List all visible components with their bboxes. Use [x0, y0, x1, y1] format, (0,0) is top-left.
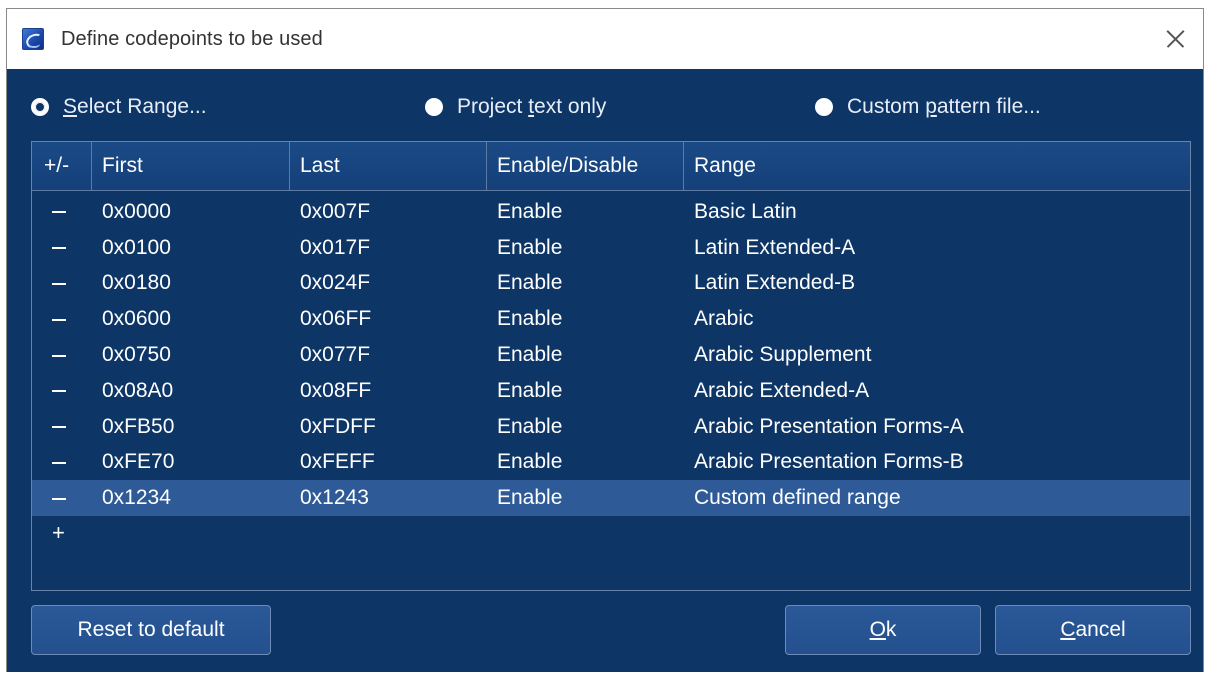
table-row[interactable]: 0x0100 0x017F Enable Latin Extended-A: [32, 230, 1190, 266]
dialog-window: Define codepoints to be used Select Rang…: [6, 8, 1204, 672]
codepoint-range-table: +/- First Last Enable/Disable Range 0x00…: [31, 141, 1191, 591]
cell-first[interactable]: 0xFB50: [92, 415, 290, 439]
remove-row-button[interactable]: [32, 379, 92, 403]
cell-last[interactable]: 0xFDFF: [290, 415, 487, 439]
cell-range-name[interactable]: Basic Latin: [684, 200, 1190, 224]
cell-first[interactable]: 0x0000: [92, 200, 290, 224]
cell-last[interactable]: 0x077F: [290, 343, 487, 367]
cell-enable-state[interactable]: Enable: [487, 271, 684, 295]
cell-last[interactable]: 0x1243: [290, 486, 487, 510]
remove-row-button[interactable]: [32, 271, 92, 295]
source-options: Select Range... Project text only Custom…: [7, 95, 1203, 125]
minus-icon: [52, 282, 66, 285]
cell-range-name[interactable]: Arabic Supplement: [684, 343, 1190, 367]
cell-last[interactable]: 0x024F: [290, 271, 487, 295]
radio-project-text-only[interactable]: Project text only: [425, 95, 606, 119]
cell-range-name[interactable]: Arabic: [684, 307, 1190, 331]
column-header-first[interactable]: First: [92, 142, 290, 190]
cancel-button[interactable]: Cancel: [995, 605, 1191, 655]
radio-custom-pattern-label: Custom pattern file...: [847, 95, 1041, 118]
cell-first[interactable]: 0x0100: [92, 236, 290, 260]
remove-row-button[interactable]: [32, 343, 92, 367]
minus-icon: [52, 497, 66, 500]
ok-button-mnemonic: O: [869, 618, 886, 641]
column-header-range[interactable]: Range: [684, 142, 1190, 190]
minus-icon: [52, 354, 66, 357]
cell-enable-state[interactable]: Enable: [487, 236, 684, 260]
column-header-plus-minus[interactable]: +/-: [32, 142, 92, 190]
cell-first[interactable]: 0x0180: [92, 271, 290, 295]
cell-last[interactable]: 0xFEFF: [290, 450, 487, 474]
cell-last[interactable]: 0x08FF: [290, 379, 487, 403]
cell-enable-state[interactable]: Enable: [487, 415, 684, 439]
radio-unselected-icon: [425, 98, 443, 116]
table-row[interactable]: 0xFE70 0xFEFF Enable Arabic Presentation Fo…: [32, 445, 1190, 481]
table-row[interactable]: 0x08A0 0x08FF Enable Arabic Extended-A: [32, 373, 1190, 409]
cell-range-name[interactable]: Custom defined range: [684, 486, 1190, 510]
close-icon[interactable]: [1155, 21, 1195, 57]
radio-unselected-icon: [815, 98, 833, 116]
cell-enable-state[interactable]: Enable: [487, 379, 684, 403]
table-header: +/- First Last Enable/Disable Range: [32, 142, 1190, 191]
minus-icon: [52, 247, 66, 250]
cell-range-name[interactable]: Arabic Extended-A: [684, 379, 1190, 403]
cell-enable-state[interactable]: Enable: [487, 486, 684, 510]
cell-first[interactable]: 0xFE70: [92, 450, 290, 474]
cell-first[interactable]: 0x0600: [92, 307, 290, 331]
table-row[interactable]: 0x1234 0x1243 Enable Custom defined range: [32, 480, 1190, 517]
column-header-last[interactable]: Last: [290, 142, 487, 190]
remove-row-button[interactable]: [32, 200, 92, 224]
cell-range-name[interactable]: Arabic Presentation Forms-A: [684, 415, 1190, 439]
minus-icon: [52, 426, 66, 429]
add-range-button[interactable]: +: [52, 520, 65, 546]
table-body: 0x0000 0x007F Enable Basic Latin 0x0100 0x017…: [32, 194, 1190, 517]
table-row[interactable]: 0x0600 0x06FF Enable Arabic: [32, 301, 1190, 337]
radio-select-range-label: Select Range...: [63, 95, 207, 118]
cell-last[interactable]: 0x06FF: [290, 307, 487, 331]
app-icon: [22, 28, 44, 50]
cell-enable-state[interactable]: Enable: [487, 450, 684, 474]
cell-range-name[interactable]: Latin Extended-B: [684, 271, 1190, 295]
table-row[interactable]: 0x0750 0x077F Enable Arabic Supplement: [32, 337, 1190, 373]
cell-enable-state[interactable]: Enable: [487, 200, 684, 224]
minus-icon: [52, 390, 66, 393]
column-header-enable-disable[interactable]: Enable/Disable: [487, 142, 684, 190]
remove-row-button[interactable]: [32, 236, 92, 260]
cell-first[interactable]: 0x0750: [92, 343, 290, 367]
cancel-button-label: ancel: [1075, 618, 1126, 641]
remove-row-button[interactable]: [32, 415, 92, 439]
cancel-button-mnemonic: C: [1060, 618, 1076, 641]
cell-last[interactable]: 0x007F: [290, 200, 487, 224]
minus-icon: [52, 211, 66, 214]
cell-enable-state[interactable]: Enable: [487, 343, 684, 367]
remove-row-button[interactable]: [32, 450, 92, 474]
cell-range-name[interactable]: Latin Extended-A: [684, 236, 1190, 260]
window-title: Define codepoints to be used: [61, 28, 323, 50]
remove-row-button[interactable]: [32, 486, 92, 510]
title-bar: Define codepoints to be used: [7, 9, 1203, 69]
table-row[interactable]: 0xFB50 0xFDFF Enable Arabic Presentation Fo…: [32, 409, 1190, 445]
radio-project-text-label: Project text only: [457, 95, 607, 118]
ok-button-label: k: [885, 618, 897, 641]
radio-select-range[interactable]: Select Range...: [31, 95, 207, 119]
cell-first[interactable]: 0x1234: [92, 486, 290, 510]
cell-range-name[interactable]: Arabic Presentation Forms-B: [684, 450, 1190, 474]
radio-selected-icon: [31, 98, 49, 116]
minus-icon: [52, 461, 66, 464]
table-row[interactable]: 0x0000 0x007F Enable Basic Latin: [32, 194, 1190, 230]
remove-row-button[interactable]: [32, 307, 92, 331]
ok-button[interactable]: Ok: [785, 605, 981, 655]
reset-to-default-button[interactable]: Reset to default: [31, 605, 271, 655]
cell-last[interactable]: 0x017F: [290, 236, 487, 260]
radio-custom-pattern-file[interactable]: Custom pattern file...: [815, 95, 1041, 119]
minus-icon: [52, 318, 66, 321]
cell-first[interactable]: 0x08A0: [92, 379, 290, 403]
cell-enable-state[interactable]: Enable: [487, 307, 684, 331]
table-row[interactable]: 0x0180 0x024F Enable Latin Extended-B: [32, 266, 1190, 302]
dialog-body: Select Range... Project text only Custom…: [7, 69, 1203, 672]
